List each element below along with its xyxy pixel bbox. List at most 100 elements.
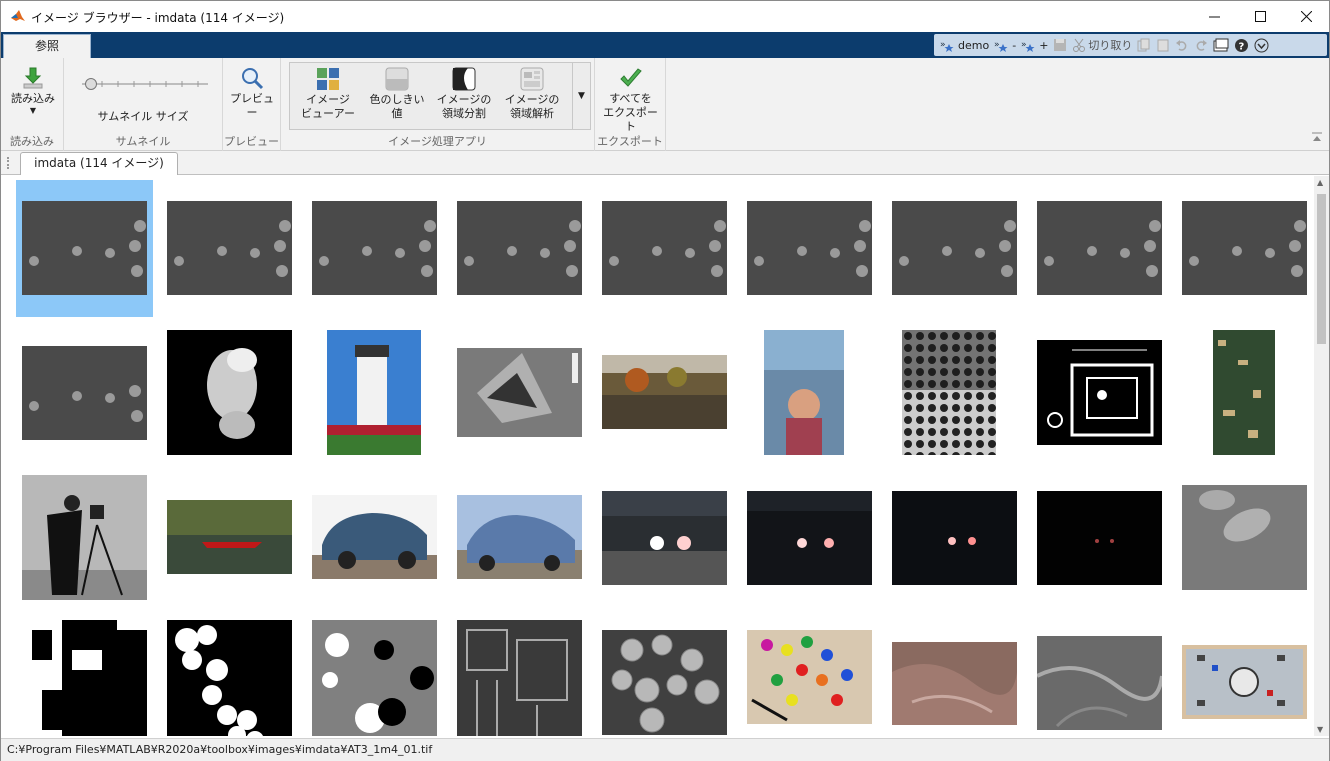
group-label-preview: プレビュー [224,135,279,148]
load-download-icon [23,67,43,89]
thumbnail-cell[interactable] [451,470,588,607]
thumbnail-cell[interactable] [1031,180,1168,317]
group-label-apps: イメージ処理アプリ [388,135,487,148]
thumbnail-image [327,330,421,455]
thumbnail-cell[interactable] [1176,470,1313,607]
thumbnail-cell[interactable] [306,470,443,607]
help-icon[interactable]: ? [1234,38,1249,53]
thumbnail-cell[interactable] [741,325,878,462]
preview-label: プレビュー [230,92,274,119]
group-load: 読み込み ▼ 読み込み [1,58,64,151]
title-bar: イメージ ブラウザー - imdata (114 イメージ) [1,1,1329,32]
scrollbar-thumb[interactable] [1317,194,1326,344]
svg-text:»: » [1021,40,1027,50]
app-label-line2: 領域解析 [510,107,554,120]
redo-icon[interactable] [1194,38,1208,52]
thumbnail-cell[interactable] [741,180,878,317]
thumbnail-cell[interactable] [306,615,443,736]
svg-text:?: ? [1239,41,1245,52]
thumbnail-cell[interactable] [596,325,733,462]
thumbnail-image [747,491,872,585]
demo-shortcut[interactable]: » demo [940,38,989,52]
thumbnail-image [167,500,292,574]
preview-button[interactable]: プレビュー [227,66,277,120]
save-icon[interactable] [1053,38,1067,52]
group-export: すべてを エクスポート エクスポート [595,58,666,151]
status-bar: C:¥Program Files¥MATLAB¥R2020a¥toolbox¥i… [1,738,1329,761]
thumbnail-cell[interactable] [596,470,733,607]
thumbnail-cell[interactable] [306,325,443,462]
scissors-icon [1073,38,1086,52]
tab-browse[interactable]: 参照 [3,34,91,58]
cut-label: 切り取り [1088,39,1133,52]
load-button[interactable]: 読み込み ▼ [7,66,59,116]
thumbnail-image [892,491,1017,585]
thumbnail-cell[interactable] [451,325,588,462]
image-browser-window: イメージ ブラウザー - imdata (114 イメージ) 参照 » demo… [0,0,1330,761]
collapse-toolstrip-icon[interactable] [1311,132,1323,142]
vertical-scrollbar[interactable]: ▲ ▼ [1314,176,1329,736]
maximize-icon [1254,11,1266,22]
minimize-button[interactable] [1191,1,1237,32]
thumbnail-cell[interactable] [161,470,298,607]
thumbnail-cell[interactable] [596,615,733,736]
export-all-button[interactable]: すべてを エクスポート [599,66,662,134]
image-viewer-icon [317,68,339,90]
switch-windows-icon[interactable] [1213,38,1229,52]
color-threshold-icon [385,67,409,91]
thumbnail-image [602,491,727,585]
thumbnail-cell[interactable] [741,615,878,736]
thumbnail-cell[interactable] [1176,180,1313,317]
thumbnail-image [312,201,437,295]
scroll-down-icon[interactable]: ▼ [1317,725,1323,734]
export-label-line2: エクスポート [603,106,658,133]
thumbnail-cell[interactable] [1176,615,1313,736]
paste-icon[interactable] [1156,38,1170,52]
svg-text:»: » [940,40,946,50]
app-image-region-analyzer[interactable]: イメージの 領域解析 [504,67,560,121]
drag-handle-icon[interactable] [7,157,10,169]
maximize-button[interactable] [1237,1,1283,32]
thumbnail-cell[interactable] [161,180,298,317]
thumbnail-cell[interactable] [16,180,153,317]
thumbnail-cell[interactable] [16,325,153,462]
close-button[interactable] [1283,1,1329,32]
thumbnail-cell[interactable] [886,615,1023,736]
cut-button[interactable]: 切り取り [1072,37,1132,53]
app-color-thresholder[interactable]: 色のしきい値 [366,67,428,121]
thumbnail-cell[interactable] [1031,615,1168,736]
favorite-star-icon: » [940,40,954,52]
thumbnail-cell[interactable] [886,325,1023,462]
checkmark-icon [619,68,642,87]
thumbnail-cell[interactable] [16,615,153,736]
thumbnail-cell[interactable] [161,325,298,462]
app-label-line1: イメージの [436,93,492,106]
copy-icon[interactable] [1137,38,1151,52]
window-title: イメージ ブラウザー - imdata (114 イメージ) [31,11,285,25]
thumbnail-cell[interactable] [306,180,443,317]
minimize-icon [1208,16,1220,18]
thumbnail-cell[interactable] [741,470,878,607]
thumbnail-cell[interactable] [451,180,588,317]
thumbnail-cell[interactable] [16,470,153,607]
thumbnail-cell[interactable] [161,615,298,736]
minimize-ribbon-icon[interactable] [1254,38,1269,53]
thumbnail-cell[interactable] [596,180,733,317]
gallery-expand-button[interactable]: ▼ [572,63,590,129]
thumbnail-cell[interactable] [1176,325,1313,462]
doc-tab-imdata[interactable]: imdata (114 イメージ) [20,152,178,175]
thumbnail-image [747,201,872,295]
thumbnail-image [167,330,292,455]
add-favorite-button[interactable]: » + [1021,38,1048,52]
app-image-segmenter[interactable]: イメージの 領域分割 [436,67,492,121]
thumbnail-cell[interactable] [886,180,1023,317]
thumbnail-cell[interactable] [1031,470,1168,607]
app-image-viewer[interactable]: イメージ ビューアー [300,67,356,121]
thumbnail-cell[interactable] [451,615,588,736]
undo-icon[interactable] [1175,38,1189,52]
remove-favorite-button[interactable]: » - [994,38,1016,52]
thumbnail-cell[interactable] [886,470,1023,607]
thumbnail-size-slider[interactable] [78,76,210,92]
thumbnail-cell[interactable] [1031,325,1168,462]
scroll-up-icon[interactable]: ▲ [1317,178,1323,187]
